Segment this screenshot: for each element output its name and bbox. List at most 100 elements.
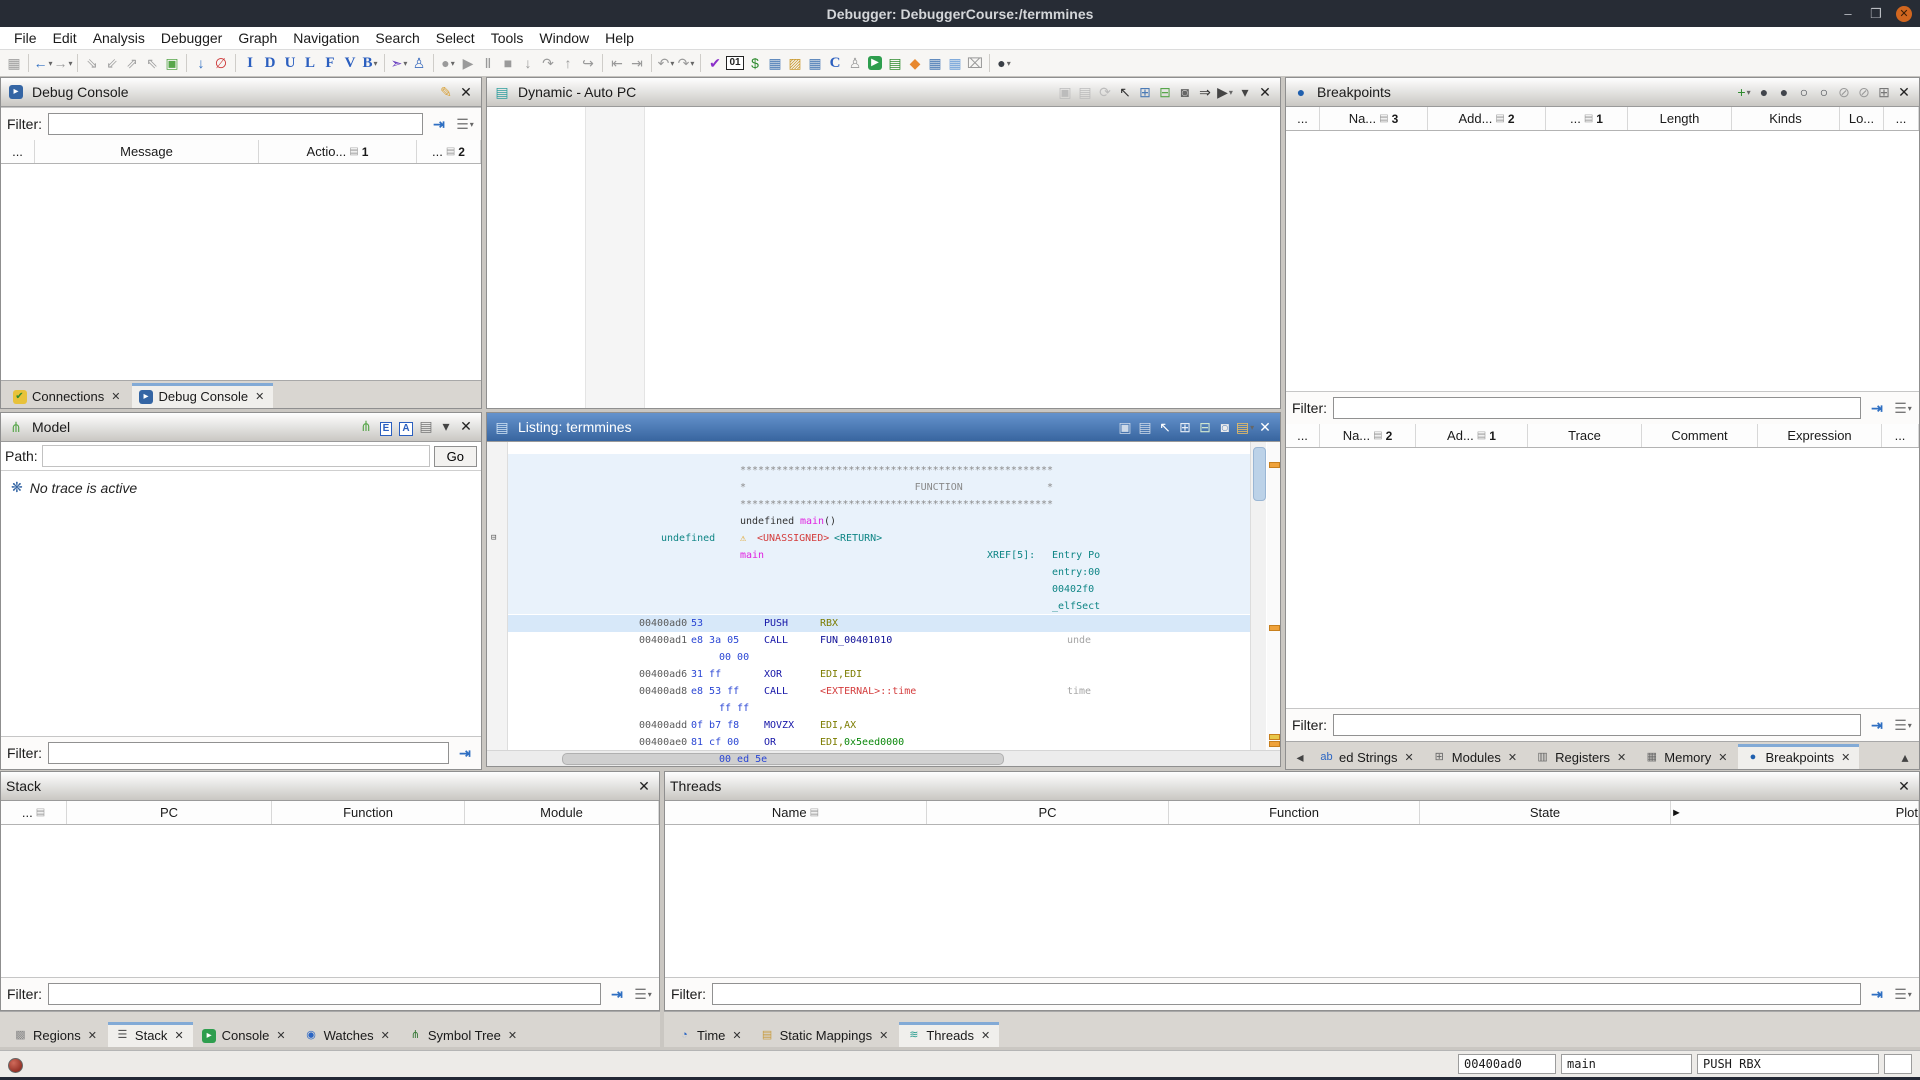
cursor-icon[interactable]: ↖ (1115, 82, 1135, 102)
mark-i-icon[interactable]: I (240, 53, 260, 73)
enable-all-breakpoints-icon[interactable]: ● (1774, 82, 1794, 102)
debug-launch-icon[interactable]: ➣ ▾ (389, 53, 409, 73)
undo-icon[interactable]: ↶ ▾ (656, 53, 676, 73)
menu-caret-icon[interactable]: ▾ (436, 416, 456, 436)
tab-ed-strings[interactable]: ab ed Strings ✕ (1312, 744, 1423, 769)
pull-down-icon[interactable]: ↓ (191, 53, 211, 73)
table-icon-4[interactable]: ▦ (945, 53, 965, 73)
goto-symbol-icon[interactable]: ▣ (162, 53, 182, 73)
tab-close-icon[interactable]: ✕ (1841, 751, 1850, 764)
paste-icon[interactable]: ▤ (1075, 82, 1095, 102)
tab-symbol-tree[interactable]: ⋔ Symbol Tree ✕ (401, 1022, 526, 1047)
menu-analysis[interactable]: Analysis (85, 27, 153, 49)
column-header-pc[interactable]: PC (67, 801, 272, 824)
nav-in-alt-icon[interactable]: ⇖ (142, 53, 162, 73)
copy-icon[interactable]: ▣ (1055, 82, 1075, 102)
filter-settings-icon[interactable]: ☰ ▾ (633, 984, 653, 1004)
column-header-actio[interactable]: Actio... ▤ 1 (259, 140, 417, 163)
column-header-pc[interactable]: PC (927, 801, 1169, 824)
column-header-state[interactable]: State (1420, 801, 1671, 824)
clear-filter-icon[interactable]: ⇥ (607, 984, 627, 1004)
edit-listing-icon[interactable]: ⊟ (1195, 417, 1215, 437)
tab-static-mappings[interactable]: ▤ Static Mappings ✕ (753, 1022, 898, 1047)
column-header-module[interactable]: Module (465, 801, 659, 824)
close-icon[interactable]: ✕ (1894, 776, 1914, 796)
sphere-icon[interactable]: ● ▾ (994, 53, 1014, 73)
clear-all-breakpoints-icon[interactable]: ⊘ (1854, 82, 1874, 102)
debug-console-header[interactable]: ▸ Debug Console ✎ ✕ (1, 78, 481, 107)
menu-select[interactable]: Select (428, 27, 483, 49)
save-icon[interactable]: ▦ (4, 53, 24, 73)
column-header-add[interactable]: Add... ▤ 2 (1428, 107, 1546, 130)
step-into-icon[interactable]: ↓ (518, 53, 538, 73)
tab-close-icon[interactable]: ✕ (276, 1029, 285, 1042)
threads-header[interactable]: Threads ✕ (665, 772, 1919, 801)
column-header-trace[interactable]: Trace (1528, 424, 1642, 447)
column-header-message[interactable]: Message (35, 140, 259, 163)
show-attributes-icon[interactable]: A (396, 419, 416, 439)
clear-filter-icon[interactable]: ⇥ (1867, 715, 1887, 735)
nav-out-alt-icon[interactable]: ⇗ (122, 53, 142, 73)
close-icon[interactable]: ✕ (456, 82, 476, 102)
paste-icon[interactable]: ▤ (1135, 417, 1155, 437)
tree-view-icon[interactable]: ⋔ (356, 416, 376, 436)
clone-window-icon[interactable]: ▤ (416, 416, 436, 436)
track-location-icon[interactable]: ▶ ▾ (1215, 82, 1235, 102)
menu-debugger[interactable]: Debugger (153, 27, 231, 49)
table-icon-3[interactable]: ▦ (925, 53, 945, 73)
tab-connections[interactable]: ✔ Connections ✕ (5, 383, 130, 408)
tab-registers[interactable]: ▥ Registers ✕ (1528, 744, 1635, 769)
close-icon[interactable]: ✕ (1255, 417, 1275, 437)
column-header-item[interactable]: ... (1286, 424, 1320, 447)
tab-close-icon[interactable]: ✕ (111, 390, 120, 403)
column-header-item[interactable]: ... ▤ 2 (417, 140, 481, 163)
mark-v-icon[interactable]: V (340, 53, 360, 73)
tab-close-icon[interactable]: ✕ (981, 1029, 990, 1042)
tab-threads[interactable]: ≋ Threads ✕ (899, 1022, 1000, 1047)
tab-close-icon[interactable]: ✕ (1405, 751, 1414, 764)
menu-tools[interactable]: Tools (483, 27, 532, 49)
close-icon[interactable]: ✕ (1255, 82, 1275, 102)
mark-f-icon[interactable]: F (320, 53, 340, 73)
menu-search[interactable]: Search (367, 27, 427, 49)
scrollbar-thumb[interactable] (1253, 447, 1266, 501)
column-header-item[interactable]: ... (1884, 107, 1919, 130)
column-header-name[interactable]: Name ▤ (665, 801, 927, 824)
binary-icon[interactable]: 01 (725, 53, 745, 73)
minimize-button[interactable]: – (1840, 6, 1856, 21)
run-script-icon[interactable]: ▶ (865, 53, 885, 73)
step-over-icon[interactable]: ↷ (538, 53, 558, 73)
currency-icon[interactable]: $ (745, 53, 765, 73)
tab-breakpoints[interactable]: ● Breakpoints ✕ (1738, 744, 1860, 769)
breakpoint-locations-table-body[interactable] (1286, 448, 1919, 708)
clear-filter-icon[interactable]: ⇥ (429, 114, 449, 134)
threads-table-body[interactable] (665, 825, 1919, 977)
column-header-na[interactable]: Na... ▤ 3 (1320, 107, 1428, 130)
clear-filter-icon[interactable]: ⇥ (1867, 984, 1887, 1004)
tab-overflow-icon[interactable]: ▴ (1895, 747, 1915, 767)
add-breakpoint-icon[interactable]: + ▾ (1734, 82, 1754, 102)
mark-b-icon[interactable]: B ▾ (360, 53, 380, 73)
attach-target-icon[interactable]: ♙ (409, 53, 429, 73)
stamp-icon[interactable]: ⌧ (965, 53, 985, 73)
tab-watches[interactable]: ◉ Watches ✕ (297, 1022, 399, 1047)
record-icon[interactable]: ● ▾ (438, 53, 458, 73)
tab-close-icon[interactable]: ✕ (1718, 751, 1727, 764)
goto-pc-icon[interactable]: ⇒ (1195, 82, 1215, 102)
column-header-function[interactable]: Function (272, 801, 465, 824)
filter-settings-icon[interactable]: ☰ ▾ (1893, 984, 1913, 1004)
tab-time[interactable]: ◔ Time ✕ (670, 1022, 751, 1047)
close-button[interactable]: ✕ (1896, 5, 1912, 22)
tab-close-icon[interactable]: ✕ (879, 1029, 888, 1042)
capture-snapshot-icon[interactable]: ◙ (1175, 82, 1195, 102)
tab-modules[interactable]: ⊞ Modules ✕ (1425, 744, 1526, 769)
column-header-item[interactable]: ... (1286, 107, 1320, 130)
column-header-item[interactable]: ... ▤ 1 (1546, 107, 1628, 130)
skip-back-icon[interactable]: ⇤ (607, 53, 627, 73)
menu-window[interactable]: Window (531, 27, 597, 49)
column-header-item[interactable]: ... (1, 140, 35, 163)
snapshot-table-icon[interactable]: ⊞ (1175, 417, 1195, 437)
filter-settings-icon[interactable]: ☰ ▾ (455, 114, 475, 134)
disable-breakpoint-icon[interactable]: ○ (1794, 82, 1814, 102)
tab-close-icon[interactable]: ✕ (1617, 751, 1626, 764)
